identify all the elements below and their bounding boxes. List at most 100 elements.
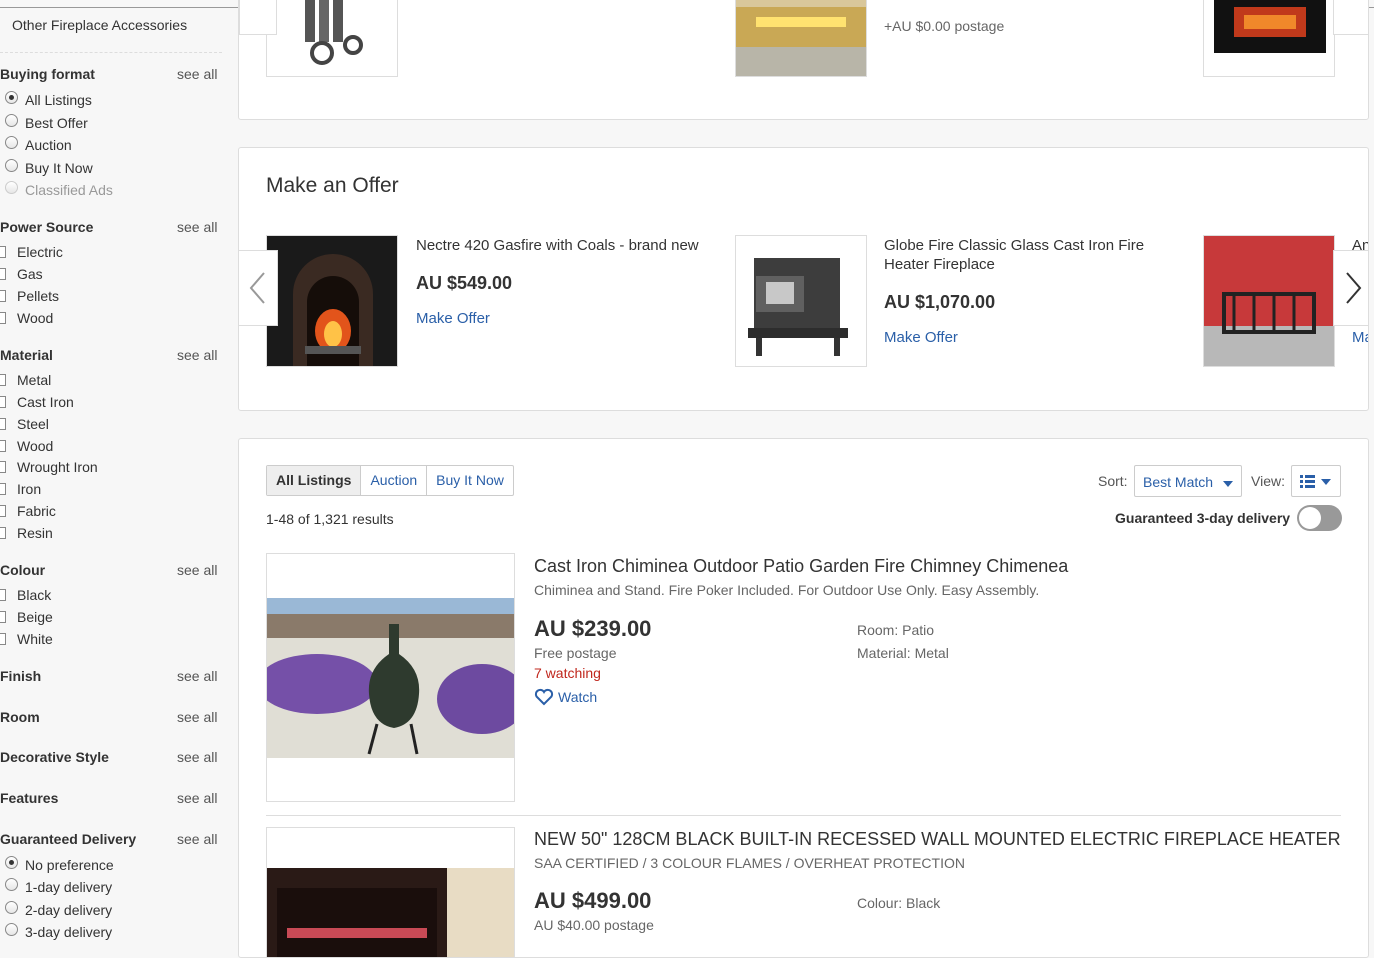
buying-format-option-disabled: Classified Ads (0, 180, 113, 198)
product-thumbnail[interactable] (735, 0, 867, 77)
chevron-right-icon (1346, 272, 1362, 304)
material-option[interactable]: Fabric (0, 503, 56, 519)
listing-subtitle: Chiminea and Stand. Fire Poker Included.… (534, 582, 1040, 598)
offer-card-title[interactable]: Nectre 420 Gasfire with Coals - brand ne… (416, 236, 716, 255)
checkbox-icon (0, 440, 6, 452)
heart-icon (534, 688, 554, 706)
guaranteed-delivery-see-all[interactable]: see all (177, 831, 217, 847)
sort-dropdown[interactable]: Best Match (1134, 465, 1242, 497)
product-thumbnail[interactable] (735, 235, 867, 367)
chevron-left-icon (249, 272, 265, 304)
delivery-option[interactable]: 1-day delivery (0, 877, 112, 895)
product-thumbnail[interactable] (266, 0, 398, 77)
watch-label: Watch (558, 689, 598, 705)
guaranteed-delivery-toggle[interactable] (1297, 505, 1342, 531)
listing-attribute: Colour: Black (857, 895, 941, 911)
make-offer-link-clipped[interactable]: Ma (1352, 329, 1368, 346)
checkbox-icon (0, 290, 6, 302)
room-see-all[interactable]: see all (177, 709, 217, 725)
power-source-option[interactable]: Gas (0, 266, 43, 282)
tab-buy-it-now[interactable]: Buy It Now (427, 466, 513, 495)
listing-shipping: AU $40.00 postage (534, 917, 654, 933)
view-dropdown[interactable] (1291, 465, 1341, 497)
watch-button[interactable]: Watch (534, 688, 597, 706)
product-thumbnail[interactable] (266, 235, 398, 367)
tab-auction[interactable]: Auction (361, 466, 428, 495)
decorative-style-see-all[interactable]: see all (177, 749, 217, 765)
radio-icon (5, 158, 18, 172)
power-source-heading: Power Source (0, 219, 94, 235)
carousel-prev-button[interactable] (239, 0, 277, 35)
sort-value: Best Match (1143, 474, 1214, 490)
sidebar-divider (0, 52, 222, 53)
power-source-option[interactable]: Pellets (0, 288, 59, 304)
room-heading: Room (0, 709, 40, 725)
listing-title[interactable]: NEW 50" 128CM BLACK BUILT-IN RECESSED WA… (534, 829, 1341, 850)
material-see-all[interactable]: see all (177, 347, 217, 363)
make-offer-link[interactable]: Make Offer (884, 329, 958, 346)
electric-fireplace-image (1214, 0, 1326, 53)
buying-format-option[interactable]: Auction (0, 135, 72, 153)
power-source-option[interactable]: Wood (0, 310, 53, 326)
guaranteed-delivery-label: Guaranteed 3-day delivery (1115, 510, 1291, 526)
colour-option[interactable]: Black (0, 587, 51, 603)
material-option[interactable]: Wrought Iron (0, 459, 98, 475)
checkbox-icon (0, 268, 6, 280)
offer-card-title[interactable]: Globe Fire Classic Glass Cast Iron Fire … (884, 236, 1164, 274)
features-see-all[interactable]: see all (177, 790, 217, 806)
make-offer-link[interactable]: Make Offer (416, 310, 490, 327)
shipping-text: +AU $0.00 postage (884, 18, 1005, 34)
product-thumbnail[interactable] (1203, 0, 1335, 77)
radio-selected-icon (5, 855, 18, 869)
product-thumbnail[interactable] (1203, 235, 1335, 367)
checkbox-icon (0, 611, 6, 623)
colour-option[interactable]: Beige (0, 609, 53, 625)
delivery-option[interactable]: No preference (0, 855, 114, 873)
listing-divider (266, 815, 1341, 816)
buying-format-option[interactable]: Buy It Now (0, 158, 93, 176)
radio-icon (5, 877, 18, 891)
material-option[interactable]: Steel (0, 416, 49, 432)
listing-title[interactable]: Cast Iron Chiminea Outdoor Patio Garden … (534, 556, 1068, 577)
cast-iron-stove-image (736, 236, 866, 366)
material-option[interactable]: Resin (0, 525, 53, 541)
decorative-style-heading: Decorative Style (0, 749, 109, 765)
buying-format-see-all[interactable]: see all (177, 66, 217, 82)
carousel-next-button[interactable] (1333, 250, 1368, 326)
listing-price: AU $499.00 (534, 888, 652, 913)
carousel-prev-button[interactable] (239, 250, 278, 326)
category-link-other-fireplace-accessories[interactable]: Other Fireplace Accessories (12, 17, 187, 33)
listing-image[interactable] (266, 553, 515, 802)
checkbox-icon (0, 418, 6, 430)
material-option[interactable]: Cast Iron (0, 394, 74, 410)
power-source-option[interactable]: Electric (0, 244, 63, 260)
buying-format-heading: Buying format (0, 66, 95, 82)
material-option[interactable]: Metal (0, 372, 51, 388)
make-offer-title: Make an Offer (266, 174, 399, 197)
checkbox-icon (0, 312, 6, 324)
buying-format-option[interactable]: All Listings (0, 90, 92, 108)
tab-all-listings[interactable]: All Listings (267, 466, 362, 495)
recessed-fireplace-image (267, 828, 514, 957)
listing-image[interactable] (266, 827, 515, 957)
radio-icon (5, 900, 18, 914)
features-heading: Features (0, 790, 59, 806)
checkbox-icon (0, 461, 6, 473)
offer-card-price: AU $549.00 (416, 273, 513, 293)
gas-fireplace-image (267, 236, 397, 366)
listing-format-tabs: All Listings Auction Buy It Now (266, 465, 514, 496)
power-source-see-all[interactable]: see all (177, 219, 217, 235)
fire-grate-image (1204, 236, 1334, 366)
carousel-next-button[interactable] (1333, 0, 1368, 35)
checkbox-icon (0, 483, 6, 495)
colour-see-all[interactable]: see all (177, 562, 217, 578)
checkbox-icon (0, 246, 6, 258)
delivery-option[interactable]: 3-day delivery (0, 922, 112, 940)
colour-option[interactable]: White (0, 631, 53, 647)
material-option[interactable]: Iron (0, 481, 41, 497)
material-option[interactable]: Wood (0, 438, 53, 454)
finish-see-all[interactable]: see all (177, 668, 217, 684)
buying-format-option[interactable]: Best Offer (0, 113, 88, 131)
delivery-option[interactable]: 2-day delivery (0, 900, 112, 918)
radio-selected-icon (5, 90, 18, 104)
